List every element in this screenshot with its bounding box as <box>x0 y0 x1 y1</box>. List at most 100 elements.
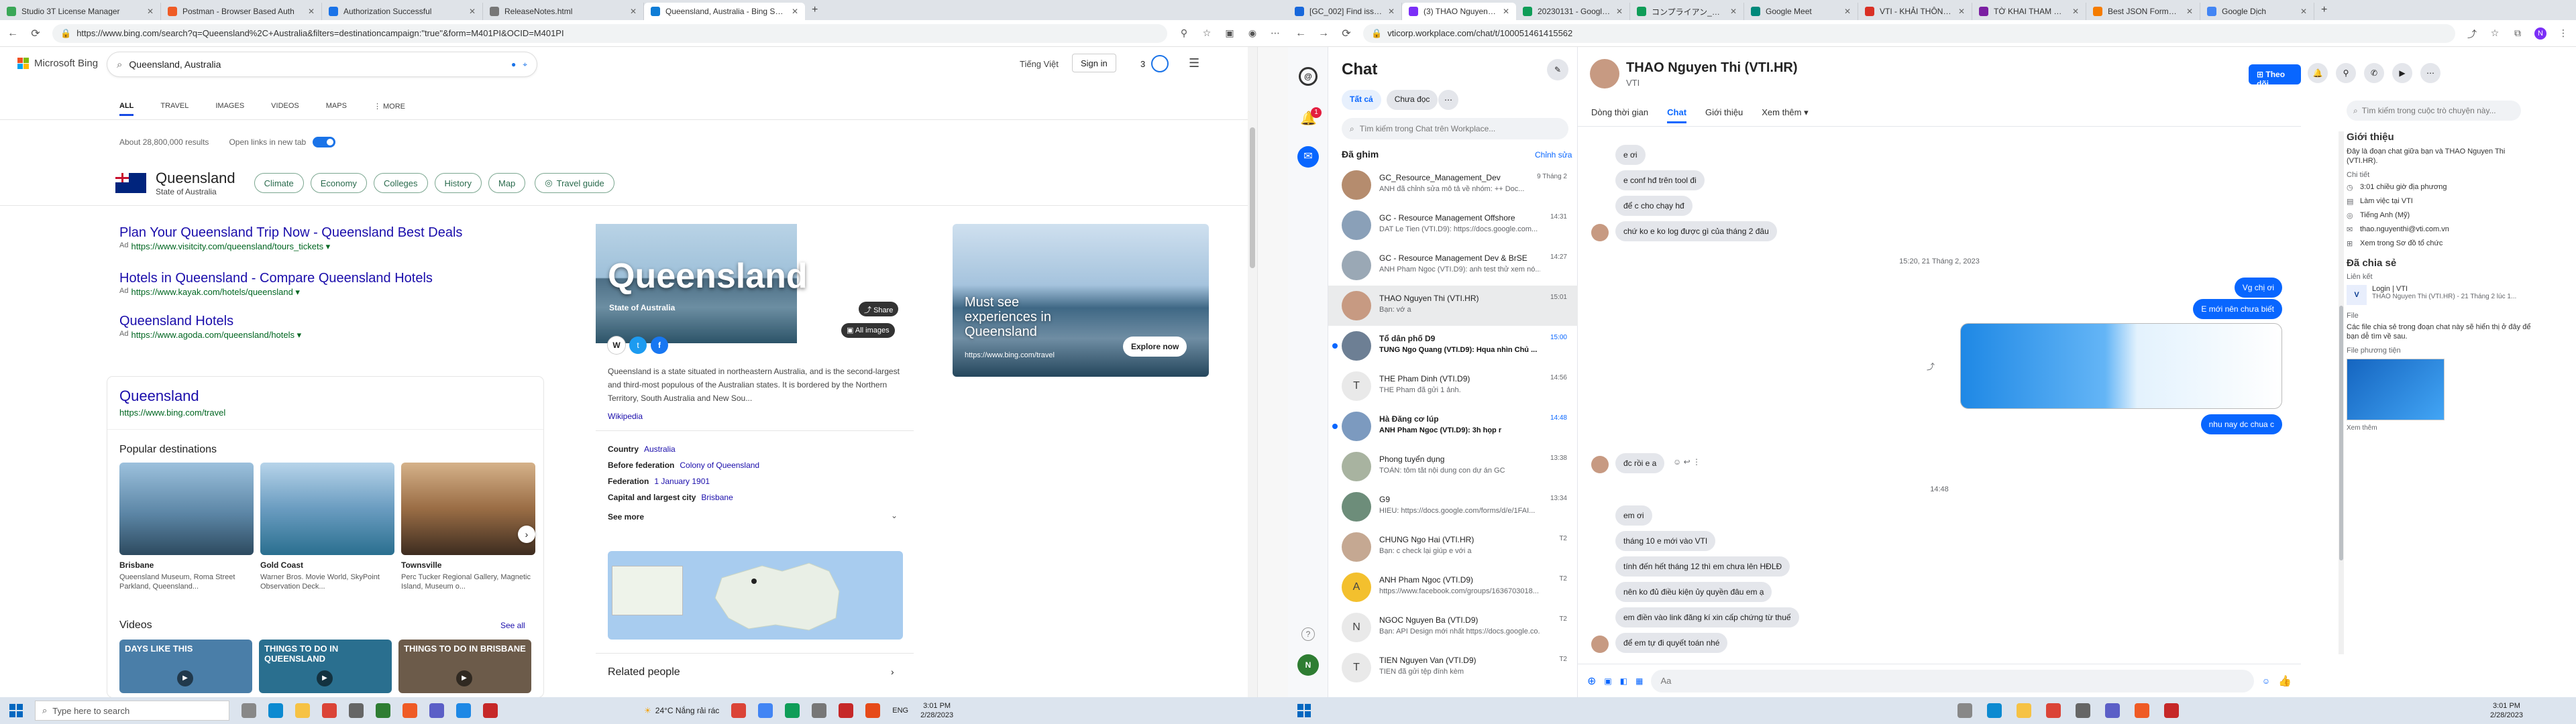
gif-icon[interactable]: ▦ <box>1635 676 1643 686</box>
browser-tab[interactable]: Queensland, Australia - Bing Se... ✕ <box>644 3 805 20</box>
scope-tab[interactable]: VIDEOS <box>271 102 299 116</box>
clock[interactable]: 3:01 PM 2/28/2023 <box>2490 701 2523 720</box>
conversation-item[interactable]: Phong tuyển dụng TOÀN: tôm tắt nội dung c… <box>1328 446 1578 487</box>
app-icon[interactable] <box>376 703 390 718</box>
new-tab-icon[interactable]: + <box>2314 4 2334 16</box>
conversation-item[interactable]: Hà Đăng cơ lúp ANH Pham Ngoc (VTI.D9): 3h… <box>1328 406 1578 446</box>
media-thumbnail[interactable] <box>2347 359 2445 420</box>
related-chevron-icon[interactable]: › <box>891 666 894 677</box>
browser-tab[interactable]: Google Meet ✕ <box>1744 3 1858 20</box>
result-title[interactable]: Hotels in Queensland - Compare Queenslan… <box>119 269 549 287</box>
browser-tab[interactable]: Authorization Successful ✕ <box>322 3 483 20</box>
chat-filter-tab[interactable]: Tất cả <box>1342 90 1381 110</box>
incoming-message[interactable]: để em tự đi quyết toán nhé <box>1615 633 1728 653</box>
postman-icon[interactable] <box>2135 703 2149 718</box>
browser-tab[interactable]: Google Dịch ✕ <box>2200 3 2314 20</box>
browser-tab[interactable]: 20230131 - Google S...✕ <box>1516 3 1630 20</box>
more-options-icon[interactable]: ⋯ <box>1438 90 1458 110</box>
language-link[interactable]: Tiếng Việt <box>1020 59 1059 69</box>
conversation-item[interactable]: Tổ dân phố D9 TUNG Ngo Quang (VTI.D9): Hq… <box>1328 326 1578 366</box>
message-reactions[interactable]: ☺ ↩ ⋮ <box>1673 457 1701 467</box>
chrome-icon[interactable] <box>2046 703 2061 718</box>
entity-chip[interactable]: History <box>434 173 482 193</box>
detail-row[interactable]: ⊞ Xem trong Sơ đồ tổ chức <box>2347 239 2534 248</box>
sign-in-button[interactable]: Sign in <box>1072 54 1116 72</box>
sticker-icon[interactable]: ◧ <box>1620 676 1627 686</box>
destination-card[interactable]: Brisbane Queensland Museum, Roma Street P… <box>119 463 254 591</box>
extensions-icon[interactable]: ⚲ <box>1178 27 1190 40</box>
outgoing-message[interactable]: nhu nay dc chua c <box>2200 414 2282 434</box>
rewards-icon[interactable] <box>1151 55 1169 72</box>
forward-icon[interactable]: → <box>1318 27 1330 40</box>
conversation-item[interactable]: GC_Resource_Management_Dev ANH đã chỉnh s… <box>1328 165 1578 205</box>
weather-widget[interactable]: ☀ 24°C Nắng rải rác <box>644 706 719 715</box>
menu-icon[interactable]: ⋮ <box>2557 27 2569 40</box>
incoming-message[interactable]: e conf hđ trên tool đi <box>1615 170 1705 190</box>
scope-tab[interactable]: ALL <box>119 102 134 116</box>
see-all-videos-link[interactable]: See all <box>500 621 525 630</box>
conversation-item[interactable]: CHUNG Ngo Hai (VTI.HR) Bạn: c check lại g… <box>1328 527 1578 567</box>
share-message-icon[interactable]: ⤴ <box>1927 361 1935 372</box>
teams-icon[interactable] <box>2105 703 2120 718</box>
settings-icon[interactable] <box>2076 703 2090 718</box>
scope-tab[interactable]: IMAGES <box>215 102 244 116</box>
tray-meet-icon[interactable] <box>785 703 800 718</box>
browser-tab[interactable]: VTI - KHẢI THÔNG T...✕ <box>1858 3 1972 20</box>
fact-value[interactable]: Brisbane <box>701 493 733 502</box>
close-tab-icon[interactable]: ✕ <box>2300 7 2307 16</box>
contact-avatar[interactable] <box>1590 59 1619 88</box>
conversation-item[interactable]: GC - Resource Management Offshore DAT Le … <box>1328 205 1578 245</box>
incoming-message[interactable]: để c cho chạy hđ <box>1615 196 1693 216</box>
outgoing-message[interactable]: Vg chị ơi <box>2234 278 2282 298</box>
browser-tab[interactable]: [GC_002] Find issues ✕ <box>1288 3 1402 20</box>
travel-guide-chip[interactable]: ◎ Travel guide <box>535 173 614 193</box>
kp-see-more[interactable]: See more <box>608 512 644 522</box>
open-links-toggle[interactable] <box>313 137 336 147</box>
result-title[interactable]: Plan Your Queensland Trip Now - Queensla… <box>119 224 549 241</box>
outgoing-message[interactable]: E mới nên chưa biết <box>2193 299 2282 319</box>
settings-icon[interactable] <box>349 703 364 718</box>
close-tab-icon[interactable]: ✕ <box>308 7 315 16</box>
message-input[interactable]: Aa <box>1651 669 2254 692</box>
kp-wikipedia-link[interactable]: Wikipedia <box>608 412 643 421</box>
close-tab-icon[interactable]: ✕ <box>469 7 476 16</box>
url-field[interactable]: 🔒 https://www.bing.com/search?q=Queenslan… <box>52 23 1167 43</box>
postman-icon[interactable] <box>402 703 417 718</box>
like-icon[interactable]: 👍 <box>2278 674 2292 688</box>
back-icon[interactable]: ← <box>1295 27 1307 40</box>
back-icon[interactable]: ← <box>7 27 19 40</box>
share-button[interactable]: ⤴ Share <box>859 302 899 316</box>
browser-tab[interactable]: ReleaseNotes.html ✕ <box>483 3 644 20</box>
destination-card[interactable]: Gold Coast Warner Bros. Movie World, SkyP… <box>260 463 394 591</box>
menu-icon[interactable]: ⋯ <box>1269 27 1281 40</box>
phone-icon[interactable]: ✆ <box>2364 63 2384 83</box>
video-icon[interactable]: ▶ <box>2392 63 2412 83</box>
vti-icon[interactable] <box>483 703 498 718</box>
more-icon[interactable]: ⋯ <box>2420 63 2440 83</box>
browser-tab[interactable]: (3) THAO Nguyen Th...✕ <box>1402 3 1516 20</box>
video-card[interactable]: THINGS TO DO IN BRISBANE ▶ <box>398 640 531 693</box>
extensions-icon[interactable]: ⧉ <box>2512 27 2524 40</box>
visual-search-icon[interactable]: ⌖ <box>523 60 527 70</box>
detail-row[interactable]: ✉ thao.nguyenthi@vti.com.vn <box>2347 225 2534 234</box>
shared-link[interactable]: V Login | VTI THAO Nguyen Thi (VTI.HR) - 2… <box>2347 285 2534 305</box>
tray-vti-icon[interactable] <box>839 703 854 718</box>
close-tab-icon[interactable]: ✕ <box>1388 7 1395 16</box>
hamburger-menu-icon[interactable]: ☰ <box>1189 56 1199 70</box>
next-arrow-icon[interactable]: › <box>518 526 535 543</box>
conversation-item[interactable]: THAO Nguyen Thi (VTI.HR) Bạn: vớ a 15:01 <box>1328 286 1578 326</box>
twitter-icon[interactable]: t <box>629 337 647 354</box>
workplace-logo-icon[interactable]: @ <box>1299 67 1318 86</box>
incoming-message[interactable]: e ơi <box>1615 145 1646 165</box>
explore-now-button[interactable]: Explore now <box>1123 337 1187 357</box>
incoming-message[interactable]: em ơi <box>1615 505 1652 526</box>
outgoing-screenshot[interactable] <box>1960 323 2282 409</box>
chevron-down-icon[interactable]: ⌄ <box>891 511 898 520</box>
close-tab-icon[interactable]: ✕ <box>1844 7 1851 16</box>
bell-icon[interactable]: 🔔 <box>2308 63 2328 83</box>
fact-value[interactable]: Colony of Queensland <box>680 461 759 470</box>
close-tab-icon[interactable]: ✕ <box>1503 7 1509 16</box>
refresh-icon[interactable]: ⟳ <box>1340 27 1352 40</box>
close-tab-icon[interactable]: ✕ <box>630 7 637 16</box>
scope-tab[interactable]: TRAVEL <box>160 102 189 116</box>
